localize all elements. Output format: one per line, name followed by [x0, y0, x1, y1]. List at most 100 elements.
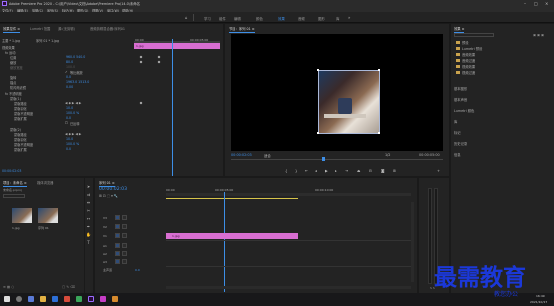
- info-tab[interactable]: 信息: [454, 152, 461, 157]
- workspace-assembly[interactable]: 组件: [219, 16, 226, 21]
- ec-row-position[interactable]: 位置 960.0 540.0: [2, 55, 132, 60]
- effects-item-audio-transitions[interactable]: 音频过渡: [462, 58, 475, 63]
- ec-row-opacity[interactable]: fx 不透明度: [2, 91, 132, 96]
- markers-tab[interactable]: 标记: [454, 130, 461, 135]
- ec-row-anchor[interactable]: 锚点 1963.0 1513.0: [2, 80, 132, 85]
- add-button-icon[interactable]: +: [437, 169, 440, 173]
- ec-playhead[interactable]: [172, 39, 173, 176]
- more-workspaces-icon[interactable]: »: [348, 15, 350, 20]
- lift-icon[interactable]: ⏏: [357, 169, 360, 173]
- app-icon[interactable]: [100, 296, 106, 302]
- timeline-timecode[interactable]: 00:00:02:03: [99, 187, 127, 192]
- program-video-frame[interactable]: [231, 34, 443, 151]
- lumetri-color-tab[interactable]: Lumetri 颜色: [454, 108, 474, 113]
- list-view-icon[interactable]: ≡ ▦ ○: [3, 285, 14, 289]
- project-item-sequence[interactable]: 序列 01: [38, 226, 49, 230]
- track-target-toggle[interactable]: [115, 259, 120, 264]
- new-item-icon[interactable]: ▢ ✎ ⌫: [62, 285, 75, 289]
- keyframe[interactable]: [157, 60, 161, 64]
- track-target-toggle[interactable]: [115, 224, 120, 229]
- ec-row-mask-path[interactable]: 蒙版路径 ◀ ◆ ▶ ◀ ▶: [2, 101, 132, 106]
- ec-row-mask-expansion[interactable]: 蒙版扩展 0.0: [2, 116, 132, 121]
- mask-handle[interactable]: [378, 69, 380, 71]
- tab-media-browser[interactable]: 媒体浏览器: [37, 180, 53, 185]
- effects-item-video-effects[interactable]: 视频效果: [462, 64, 475, 69]
- slip-tool-icon[interactable]: ↔: [86, 216, 91, 221]
- track-v2-label[interactable]: V2: [103, 225, 107, 229]
- razor-icon[interactable]: ✂: [86, 208, 91, 213]
- workspace-color[interactable]: 颜色: [256, 16, 263, 21]
- minimize-icon[interactable]: –: [524, 1, 526, 6]
- tab-project[interactable]: 项目：未命名 ≡: [3, 180, 27, 187]
- mute-icon[interactable]: [122, 251, 127, 256]
- tab-sequence[interactable]: 序列 01 ≡: [99, 180, 115, 187]
- keyframe[interactable]: [139, 101, 143, 105]
- quality-dropdown[interactable]: 1/2: [385, 153, 390, 157]
- keyframe[interactable]: [157, 55, 161, 59]
- mark-in-icon[interactable]: {: [285, 169, 287, 173]
- program-playhead[interactable]: [322, 157, 325, 161]
- timeline-horizontal-scrollbar[interactable]: [166, 286, 411, 289]
- mute-icon[interactable]: [122, 243, 127, 248]
- tab-effect-controls[interactable]: 效果控件 ≡: [3, 26, 20, 33]
- ec-row-mask-1[interactable]: 蒙版(1): [2, 96, 132, 101]
- effects-item-lumetri-presets[interactable]: Lumetri 预设: [462, 46, 482, 51]
- ec-row-inverted[interactable]: 已反转 ☐: [2, 121, 132, 126]
- timeline-playhead[interactable]: [224, 192, 225, 292]
- tab-program-monitor[interactable]: 节目：序列 01 ≡: [229, 26, 255, 33]
- workspace-graphics[interactable]: 图形: [318, 16, 325, 21]
- workspace-editing[interactable]: 编辑: [234, 16, 241, 21]
- timeline-ruler[interactable]: [166, 193, 411, 196]
- step-forward-icon[interactable]: ▸: [335, 169, 337, 173]
- effects-item-presets[interactable]: 预设: [462, 40, 469, 45]
- track-a2-label[interactable]: A2: [103, 252, 107, 256]
- app-icon[interactable]: [112, 296, 118, 302]
- project-item-image[interactable]: 1.jpg: [12, 226, 20, 230]
- source-clip-label[interactable]: 主要 * 1.jpg: [2, 38, 20, 43]
- effects-search-input[interactable]: [454, 33, 494, 37]
- workspace-libraries[interactable]: 库: [336, 16, 339, 21]
- history-tab[interactable]: 历史记录: [454, 141, 467, 146]
- track-target-toggle[interactable]: [115, 251, 120, 256]
- master-volume-value[interactable]: 0.0: [135, 268, 140, 272]
- sync-lock-icon[interactable]: [122, 224, 127, 229]
- camera-icon[interactable]: ◙: [381, 169, 385, 173]
- ec-row-uniform-scale[interactable]: 等比缩放 ✓: [2, 70, 132, 75]
- play-icon[interactable]: ▶: [325, 169, 328, 173]
- track-v1-label[interactable]: V1: [103, 234, 107, 238]
- go-to-in-icon[interactable]: ⇤: [305, 169, 308, 173]
- home-icon[interactable]: ⌂: [185, 15, 188, 20]
- ec-row-mask-feather-2[interactable]: 蒙版羽化 10.0: [2, 137, 132, 142]
- extract-icon[interactable]: ⊟: [369, 169, 372, 173]
- sequence-clip-label[interactable]: 序列 01 * 1.jpg: [36, 38, 59, 43]
- track-v3-label[interactable]: V3: [103, 216, 107, 220]
- track-select-icon[interactable]: ⇉: [86, 192, 91, 197]
- file-explorer-icon[interactable]: [40, 296, 46, 302]
- project-thumbnail-sequence[interactable]: [38, 208, 58, 223]
- taskbar-time[interactable]: 16:49: [536, 294, 545, 298]
- task-view-icon[interactable]: [28, 296, 34, 302]
- mark-out-icon[interactable]: }: [295, 169, 297, 173]
- track-target-toggle[interactable]: [115, 233, 120, 238]
- ec-row-mask-path-2[interactable]: 蒙版路径 ◀ ◆ ▶ ◀ ▶: [2, 132, 132, 137]
- mask-handle[interactable]: [317, 132, 319, 134]
- maximize-icon[interactable]: □: [534, 1, 538, 6]
- program-timecode[interactable]: 00:00:02:03: [231, 153, 252, 157]
- fit-dropdown[interactable]: 适合: [264, 153, 271, 158]
- keyframe[interactable]: [139, 60, 143, 64]
- ec-row-mask-opacity-2[interactable]: 蒙版不透明度 100.0 %: [2, 142, 132, 147]
- project-search-input[interactable]: [3, 194, 25, 198]
- workspace-learn[interactable]: 学习: [204, 16, 211, 21]
- tab-effects[interactable]: 效果 ≡: [454, 26, 465, 33]
- sync-lock-icon[interactable]: [122, 233, 127, 238]
- ec-row-mask-opacity[interactable]: 蒙版不透明度 100.0 %: [2, 111, 132, 116]
- work-area-bar[interactable]: [166, 198, 298, 199]
- effects-item-video-transitions[interactable]: 视频过渡: [462, 70, 475, 75]
- workspace-effects[interactable]: 效果: [278, 16, 285, 21]
- button-editor-icon[interactable]: ⊞: [393, 169, 396, 173]
- accelerated-icon[interactable]: ▣ ▣ ▣: [533, 33, 544, 37]
- track-a3-label[interactable]: A3: [103, 260, 107, 264]
- go-to-out-icon[interactable]: ⇥: [345, 169, 348, 173]
- workspace-audio[interactable]: 音频: [298, 16, 305, 21]
- libraries-tab[interactable]: 库: [454, 119, 457, 124]
